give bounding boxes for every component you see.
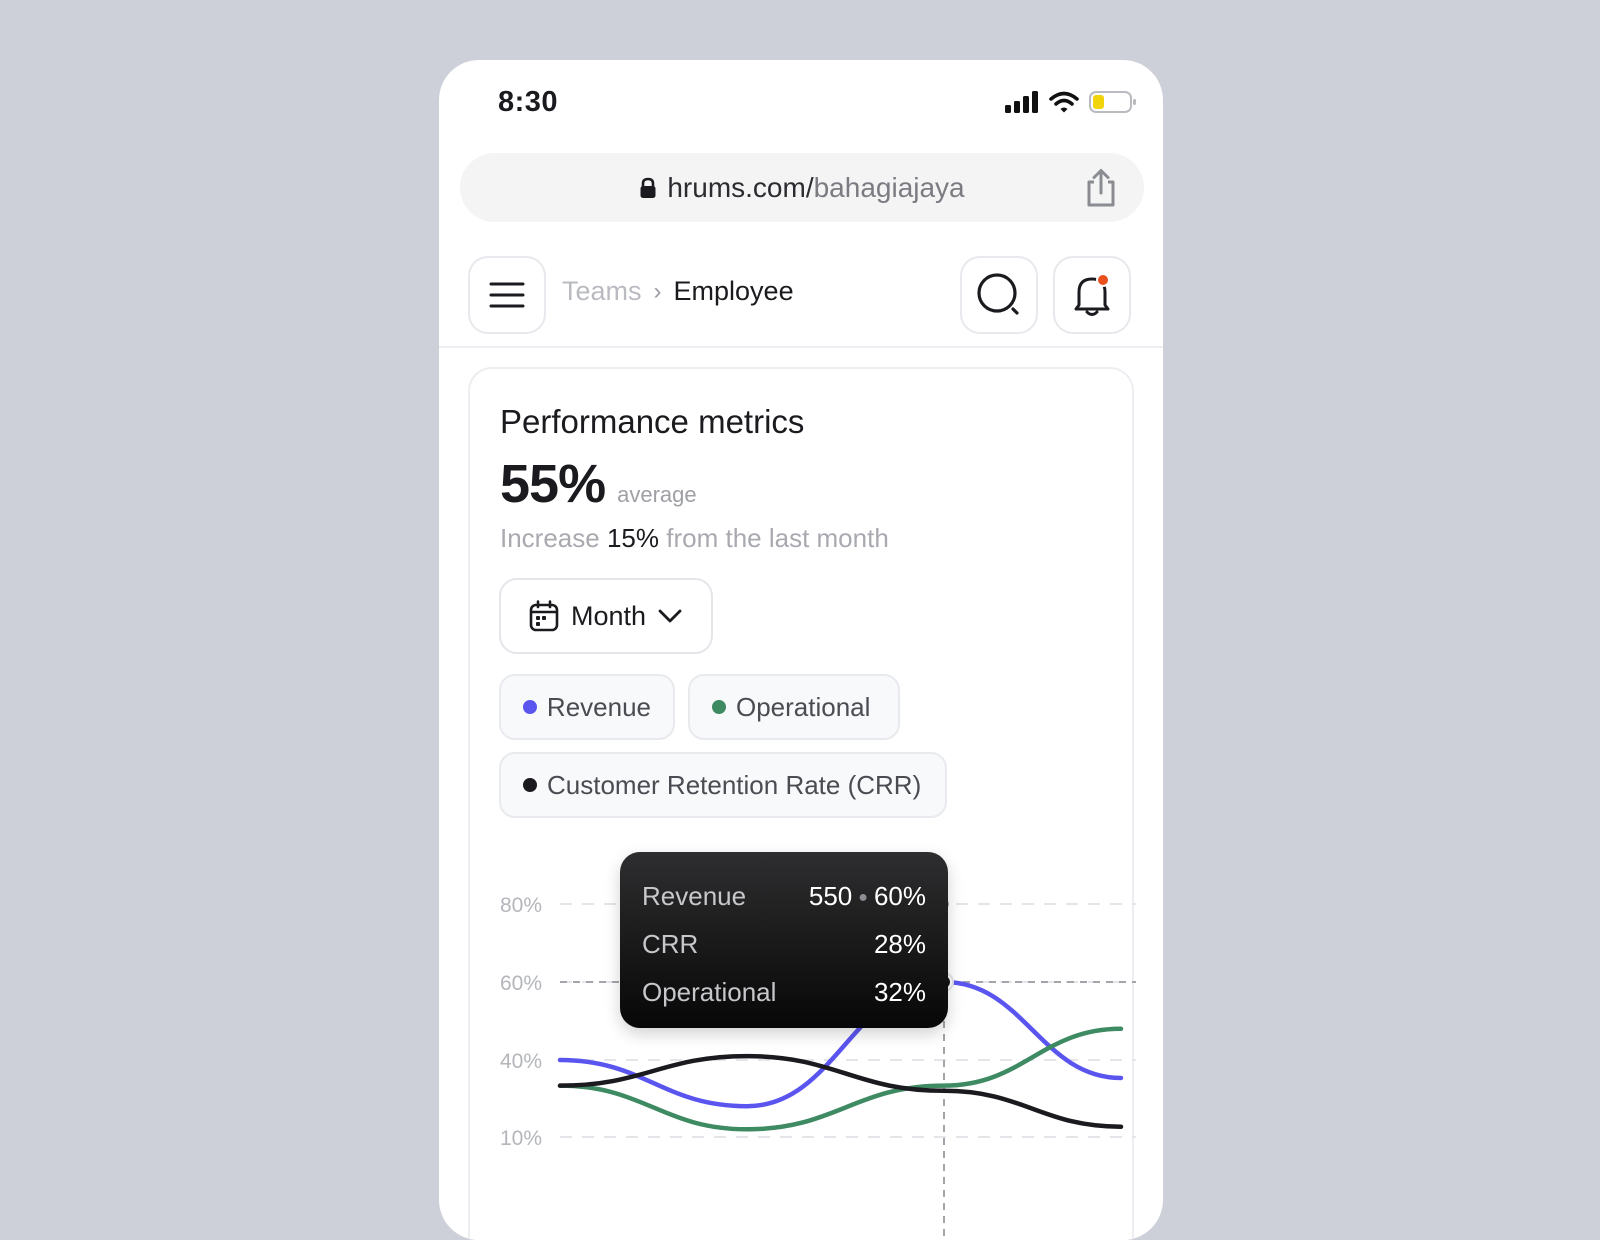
- y-tick-label: 60%: [500, 972, 542, 995]
- breadcrumb-teams[interactable]: Teams: [562, 276, 642, 307]
- url-text[interactable]: hrums.com/bahagiajaya: [460, 153, 1144, 222]
- performance-card: Performance metrics 55% average Increase…: [468, 367, 1136, 1240]
- signal-icon: [1005, 91, 1038, 113]
- tooltip-revenue-amount: 550: [808, 880, 853, 911]
- tooltip-row-operational: Operational 32%: [642, 968, 926, 1016]
- menu-icon: [489, 282, 525, 308]
- series-line-customer: [557, 1053, 1124, 1129]
- lock-icon: [640, 177, 656, 198]
- tooltip-value-operational: 32%: [873, 976, 926, 1007]
- tooltip-row-revenue: Revenue 550 ● 60%: [642, 872, 926, 920]
- tooltip-label-operational: Operational: [642, 976, 777, 1007]
- tooltip-value-revenue: 550 ● 60%: [809, 881, 926, 912]
- breadcrumb: Teams › Employee: [562, 276, 794, 307]
- tooltip-value-crr: 28%: [873, 928, 926, 959]
- share-icon: [1087, 169, 1115, 207]
- breadcrumb-separator: ›: [653, 277, 662, 305]
- search-icon: [977, 273, 1019, 315]
- y-tick-label: 40%: [500, 1050, 542, 1073]
- search-button[interactable]: [960, 256, 1038, 334]
- status-time: 8:30: [498, 86, 559, 118]
- wifi-icon: [1049, 91, 1079, 113]
- share-button[interactable]: [1082, 168, 1120, 208]
- top-nav: Teams › Employee: [439, 256, 1163, 348]
- tooltip-dot-separator: ●: [858, 888, 868, 906]
- performance-chart: 80% 60% 40% 10%: [500, 894, 1136, 1240]
- tooltip-revenue-percent: 60%: [873, 880, 926, 911]
- tooltip-label-crr: CRR: [642, 928, 699, 959]
- url-bar[interactable]: hrums.com/bahagiajaya: [460, 153, 1144, 222]
- tooltip-row-crr: CRR 28%: [642, 920, 926, 968]
- notification-button[interactable]: [1053, 256, 1131, 334]
- y-tick-label: 10%: [500, 1127, 542, 1150]
- breadcrumb-employee: Employee: [673, 276, 794, 306]
- y-tick-label: 80%: [500, 894, 542, 917]
- status-bar: 8:30: [439, 60, 1163, 150]
- status-icons: [1005, 90, 1137, 114]
- url-domain: hrums.com/: [667, 171, 814, 203]
- tooltip-label-revenue: Revenue: [642, 880, 747, 911]
- url-path: bahagiajaya: [813, 171, 965, 203]
- chart-tooltip: Revenue 550 ● 60% CRR 28% Operational 32%: [620, 852, 948, 1028]
- battery-icon: [1089, 91, 1136, 113]
- bell-icon: [1074, 273, 1110, 316]
- phone-frame: 8:30 hrums.com/bahagiajaya Teams › Emplo…: [439, 60, 1163, 1240]
- menu-button[interactable]: [468, 256, 546, 334]
